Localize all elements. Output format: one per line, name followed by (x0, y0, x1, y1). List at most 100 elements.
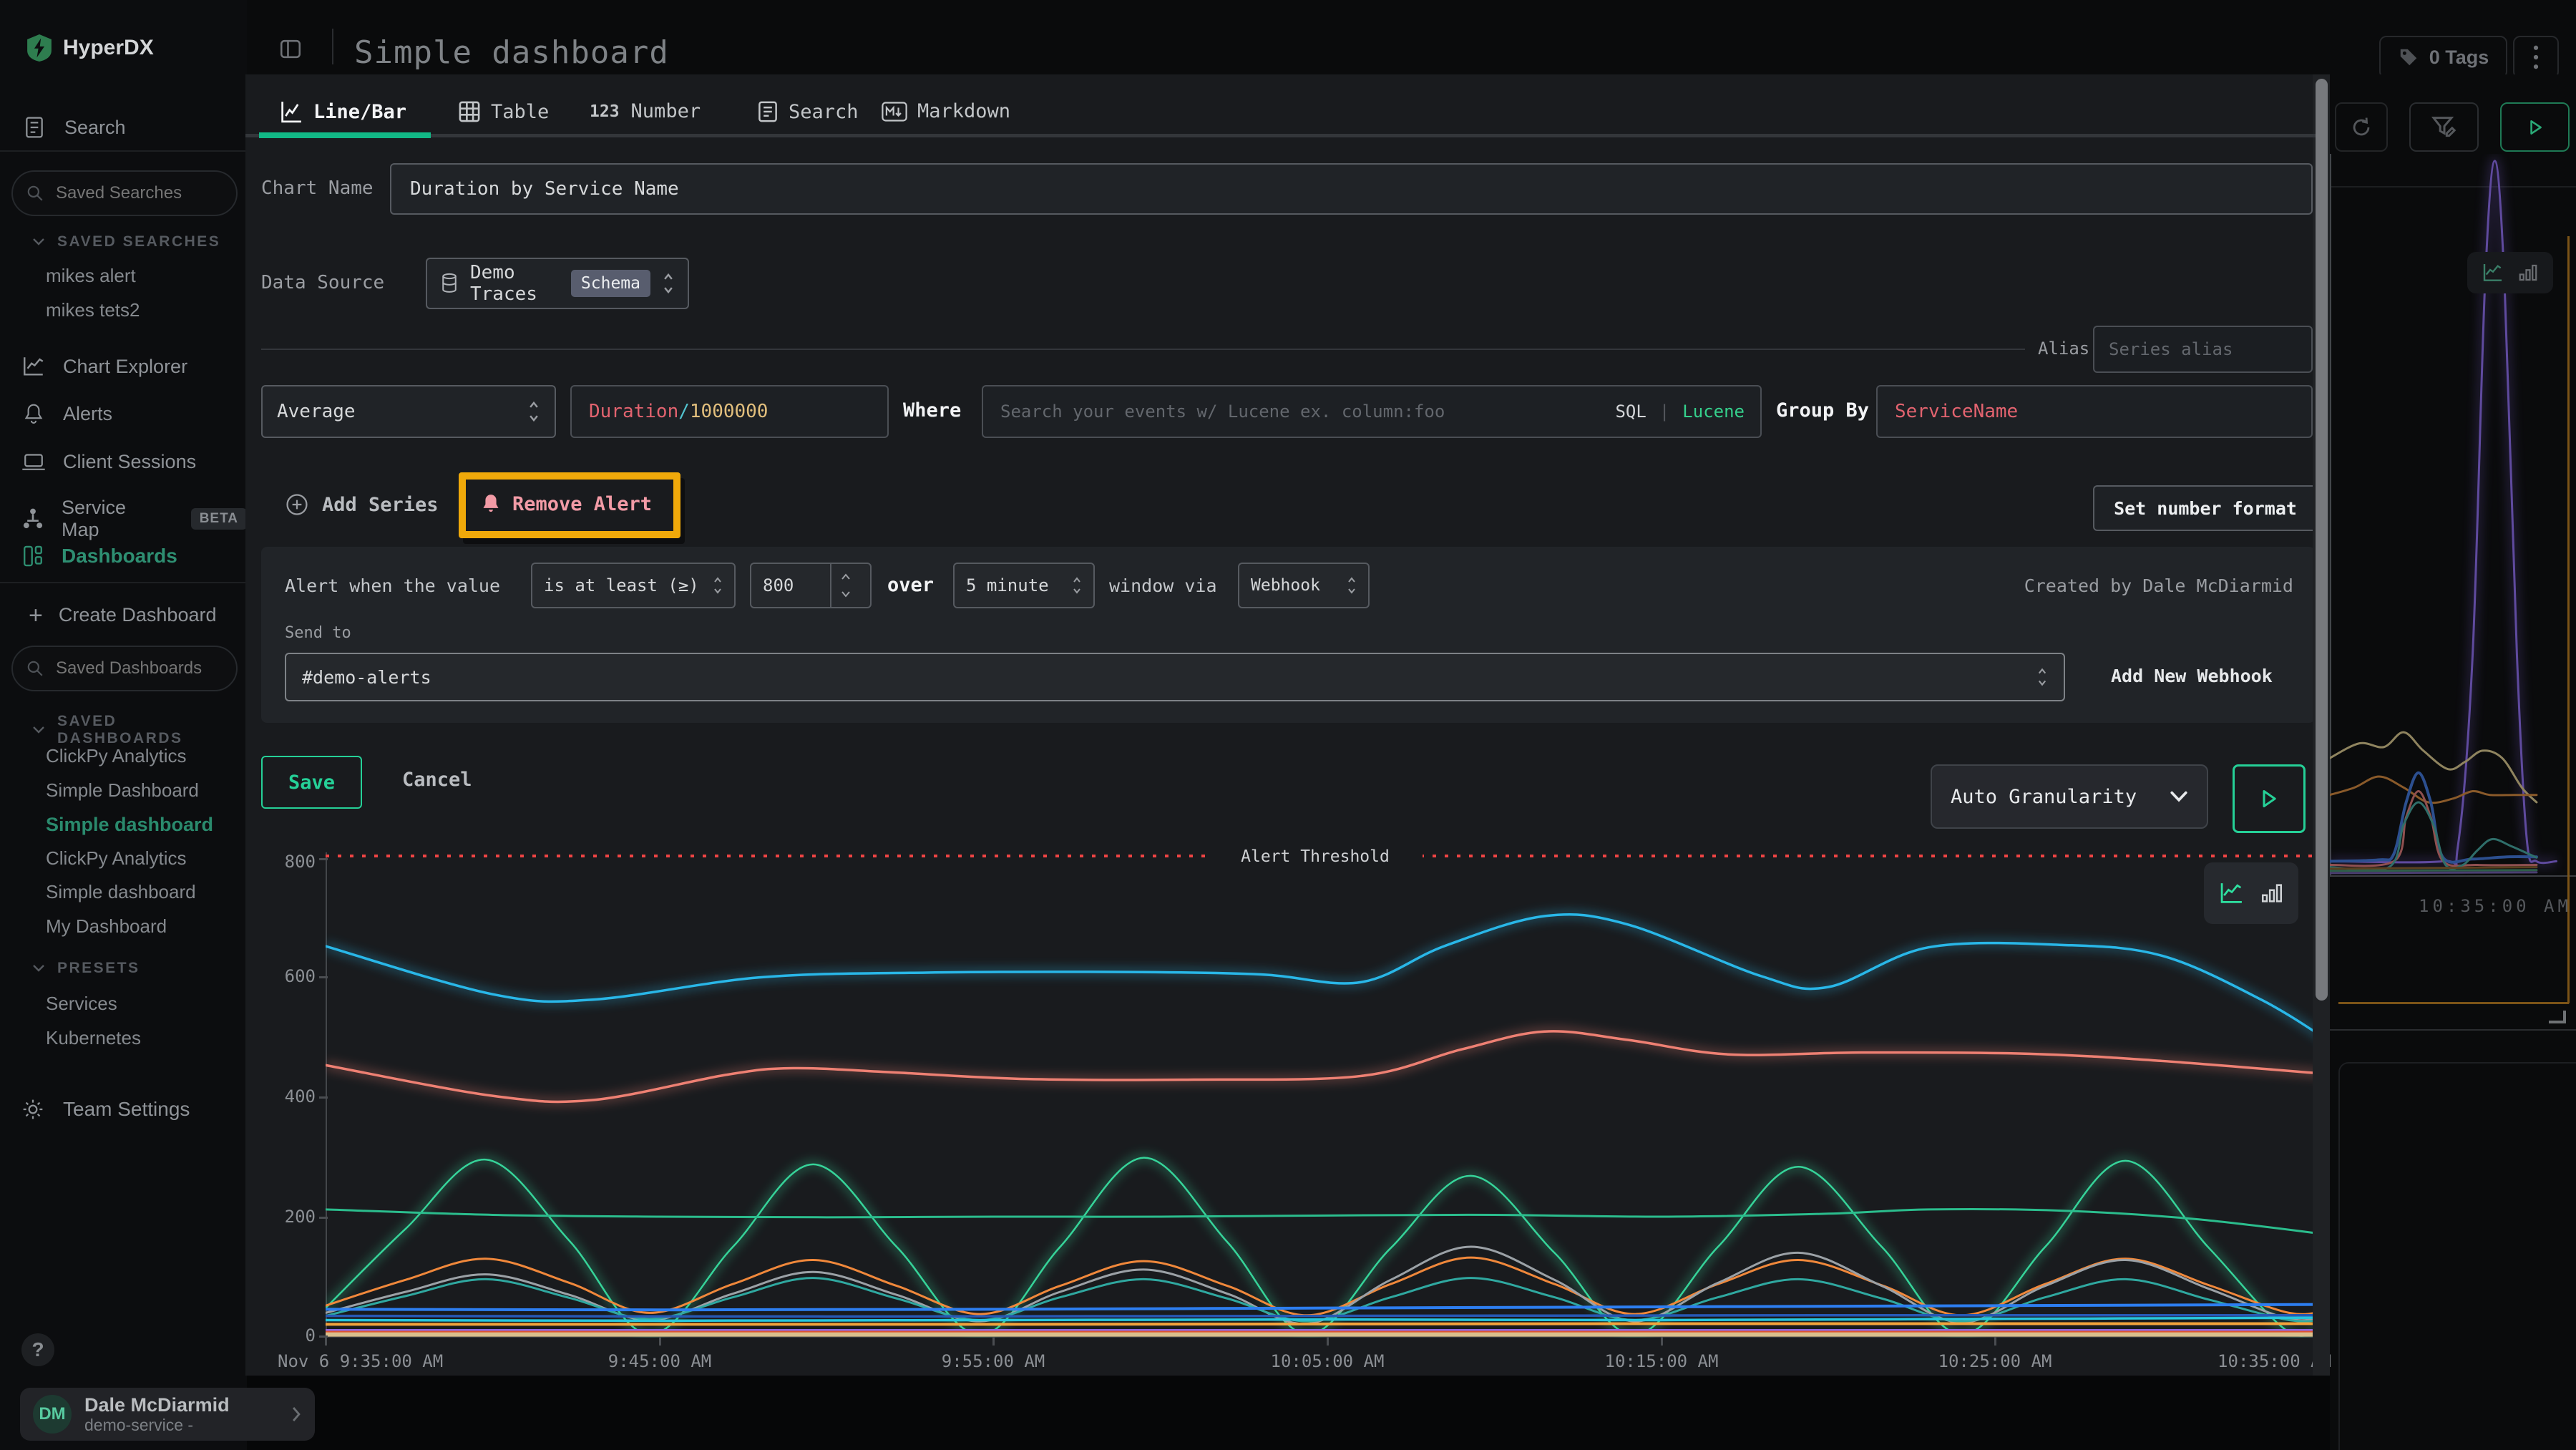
line-chart-icon[interactable] (2218, 881, 2245, 905)
chevron-down-icon (2170, 790, 2188, 803)
sql-toggle[interactable]: SQL (1615, 402, 1646, 422)
send-to-select[interactable]: #demo-alerts (285, 653, 2065, 701)
saved-dashboard-item[interactable]: ClickPy Analytics (46, 745, 187, 767)
line-bar-tab-icon (279, 99, 303, 125)
cancel-button[interactable]: Cancel (402, 769, 472, 791)
alert-condition-select[interactable]: is at least (≥) (531, 563, 736, 608)
y-tick-label: 0 (208, 1325, 316, 1346)
where-search-input-wrap[interactable]: SQL | Lucene (982, 385, 1762, 438)
hyperdx-logo-icon (27, 34, 52, 62)
sidebar-item-chart-explorer[interactable]: Chart Explorer (21, 355, 187, 378)
preset-item[interactable]: Services (46, 993, 117, 1015)
sidebar-item-alerts[interactable]: Alerts (23, 402, 112, 425)
saved-dashboards-input-wrap (11, 646, 238, 691)
kebab-menu-button[interactable] (2513, 36, 2559, 79)
line-chart-icon[interactable] (2482, 262, 2504, 283)
lucene-toggle[interactable]: Lucene (1682, 402, 1745, 422)
series-bg-purple-flat (2330, 872, 2537, 873)
bar-chart-icon[interactable] (2260, 881, 2284, 905)
x-tick-label: 9:55:00 AM (886, 1351, 1101, 1371)
saved-search-item[interactable]: mikes alert (46, 265, 136, 287)
filter-button[interactable] (2409, 102, 2479, 152)
series-bg-orange-flat (2330, 867, 2537, 869)
x-tickmark (325, 1337, 327, 1346)
tabs-underline (245, 134, 2316, 137)
sidebar-collapse-button[interactable] (278, 37, 303, 62)
save-button[interactable]: Save (261, 756, 362, 809)
group-by-field[interactable]: ServiceName (1876, 385, 2313, 438)
formula-number: 1000000 (690, 401, 769, 422)
sidebar-item-search[interactable]: Search (24, 116, 126, 139)
sidebar-item-team-settings[interactable]: Team Settings (21, 1098, 190, 1121)
user-card[interactable]: DM Dale McDiarmid demo-service - (20, 1388, 315, 1441)
aggregation-select[interactable]: Average (261, 385, 556, 438)
over-label: over (887, 574, 934, 596)
alias-label: Alias (2038, 339, 2089, 359)
saved-dashboard-item-active[interactable]: Simple dashboard (46, 814, 213, 836)
sidebar-item-client-sessions[interactable]: Client Sessions (21, 451, 196, 473)
saved-searches-section-header[interactable]: SAVED SEARCHES (31, 233, 220, 250)
preset-item[interactable]: Kubernetes (46, 1027, 141, 1049)
data-source-select[interactable]: Demo Traces Schema (426, 258, 689, 309)
tabs-underline-active (259, 132, 431, 138)
alert-window-select[interactable]: 5 minute (953, 563, 1095, 608)
modal-scrollbar-thumb[interactable] (2316, 79, 2328, 1001)
sidebar-item-dashboards[interactable]: Dashboards (21, 544, 177, 568)
alert-threshold-input[interactable] (751, 575, 830, 595)
alias-input[interactable] (2093, 326, 2313, 373)
create-dashboard-button[interactable]: + Create Dashboard (29, 604, 217, 626)
tab-markdown[interactable]: Markdown (882, 100, 1010, 122)
bar-chart-icon[interactable] (2517, 262, 2539, 283)
user-org: demo-service - (84, 1416, 278, 1434)
bell-icon (481, 492, 501, 515)
select-chevrons-icon (1072, 575, 1082, 595)
tab-table[interactable]: Table (458, 100, 549, 123)
chart-name-input[interactable] (390, 163, 2313, 215)
saved-dashboard-item[interactable]: Simple dashboard (46, 881, 196, 903)
markdown-tab-icon (882, 101, 907, 122)
saved-dashboard-item[interactable]: Simple Dashboard (46, 779, 199, 802)
add-new-webhook-button[interactable]: Add New Webhook (2111, 666, 2273, 686)
x-tickmark (1661, 1337, 1663, 1346)
set-number-format-button[interactable]: Set number format (2093, 485, 2318, 531)
number-stepper[interactable] (830, 564, 860, 607)
brand[interactable]: HyperDX (27, 34, 154, 62)
saved-dashboards-input[interactable] (54, 658, 219, 679)
panel-resize-handle[interactable] (2549, 1011, 2566, 1023)
tab-search[interactable]: Search (757, 100, 859, 123)
x-tick-label: 10:35:00 AM (2117, 1351, 2331, 1371)
tags-button[interactable]: 0 Tags (2379, 36, 2507, 79)
aggregation-value: Average (277, 401, 527, 422)
saved-dashboard-item[interactable]: ClickPy Analytics (46, 847, 187, 870)
sidebar-item-service-map[interactable]: Service Map BETA (21, 497, 247, 541)
help-button[interactable]: ? (21, 1333, 54, 1366)
saved-dashboard-item[interactable]: My Dashboard (46, 915, 167, 938)
x-tickmark (659, 1337, 661, 1346)
presets-section-header[interactable]: PRESETS (31, 960, 140, 977)
alert-threshold-label: Alert Threshold (1208, 846, 1423, 867)
tags-count-label: 0 Tags (2429, 47, 2489, 69)
play-icon (2260, 789, 2278, 809)
sidebar-collapse-icon (278, 37, 303, 62)
run-query-button-background[interactable] (2500, 102, 2570, 152)
tab-line-bar[interactable]: Line/Bar (279, 99, 406, 125)
sql-lucene-divider: | (1659, 402, 1669, 422)
preview-chart[interactable] (326, 809, 2329, 1374)
tab-number[interactable]: 123 Number (590, 100, 701, 122)
saved-dashboards-section-header[interactable]: SAVED DASHBOARDS (31, 713, 247, 747)
chevron-down-icon (31, 963, 46, 973)
sidebar-divider (0, 582, 247, 583)
header-divider (332, 29, 333, 64)
play-icon (2526, 118, 2545, 137)
alert-channel-select[interactable]: Webhook (1238, 563, 1370, 608)
app-screen: Simple dashboard 0 Tags 10:35:00 AM (0, 0, 2576, 1450)
remove-alert-button[interactable]: Remove Alert (481, 492, 652, 515)
where-search-input[interactable] (999, 401, 1602, 422)
refresh-button[interactable] (2335, 102, 2388, 152)
saved-search-item[interactable]: mikes tets2 (46, 299, 140, 321)
saved-searches-input[interactable] (54, 183, 219, 204)
saved-searches-input-wrap (11, 170, 238, 216)
send-to-label: Send to (285, 624, 351, 642)
add-series-button[interactable]: Add Series (285, 492, 439, 517)
formula-field[interactable]: Duration/1000000 (570, 385, 889, 438)
